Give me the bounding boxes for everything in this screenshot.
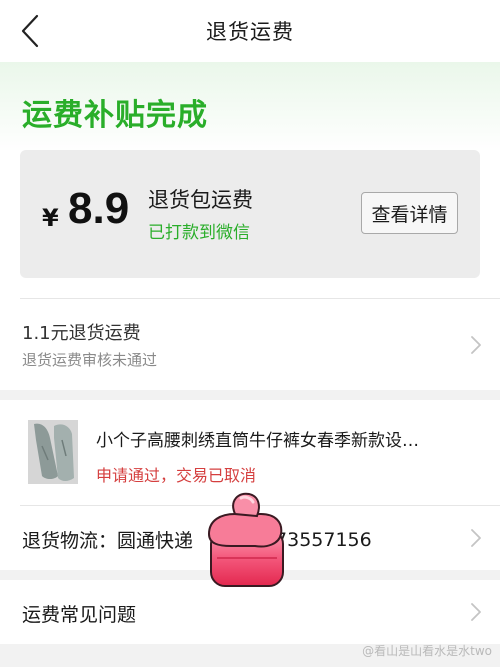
refund-status: 已打款到微信: [148, 223, 250, 243]
navigation-bar: 退货运费: [0, 0, 500, 62]
chevron-right-icon: [466, 602, 486, 622]
logistics-row[interactable]: 退货物流： 圆通快递 73557156: [22, 526, 372, 553]
product-thumbnail[interactable]: [28, 420, 78, 484]
watermark: @看山是山看水是水two: [362, 644, 492, 658]
view-details-button[interactable]: 查看详情: [361, 192, 458, 234]
refund-label: 退货包运费: [148, 188, 253, 212]
faq-title: 运费常见问题: [22, 604, 137, 626]
order-status: 申请通过，交易已取消: [96, 466, 257, 485]
chevron-left-icon: [21, 14, 39, 48]
refund-card: ¥ 8.9 退货包运费 已打款到微信 查看详情: [20, 150, 480, 278]
thumb-emoji-sticker: [205, 490, 287, 590]
logistics-label: 退货物流：: [22, 530, 118, 552]
shipping-claim-row[interactable]: 1.1元退货运费 退货运费审核未通过: [0, 299, 500, 390]
claim-subtitle: 退货运费审核未通过: [22, 351, 158, 369]
chevron-right-icon: [466, 528, 486, 548]
page-title: 退货运费: [206, 20, 294, 44]
carrier-name: 圆通快递: [117, 530, 194, 552]
refund-amount: 8.9: [68, 184, 130, 233]
currency-symbol: ¥: [42, 204, 59, 232]
claim-title: 1.1元退货运费: [22, 323, 141, 344]
product-name[interactable]: 小个子高腰刺绣直筒牛仔裤女春季新款设…: [96, 426, 466, 451]
chevron-right-icon: [466, 335, 486, 355]
tracking-number: 73557156: [275, 528, 372, 551]
subsidy-headline: 运费补贴完成: [22, 98, 208, 133]
back-button[interactable]: [12, 11, 48, 51]
subsidy-section: 运费补贴完成 ¥ 8.9 退货包运费 已打款到微信 查看详情 1.1元退货运费 …: [0, 62, 500, 390]
